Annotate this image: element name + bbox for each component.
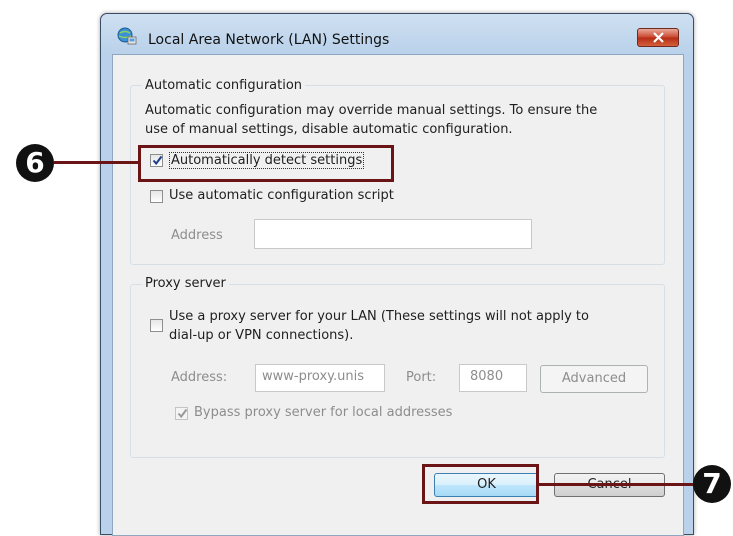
script-address-label: Address [171, 228, 223, 243]
callout-leader-6 [54, 161, 139, 164]
auto-script-checkbox[interactable] [150, 190, 163, 203]
proxy-port-input[interactable]: 8080 [459, 364, 527, 392]
window-title: Local Area Network (LAN) Settings [148, 32, 390, 48]
automatic-configuration-legend: Automatic configuration [142, 78, 306, 93]
proxy-port-label: Port: [406, 370, 437, 385]
checkmark-icon [177, 408, 188, 419]
proxy-server-legend: Proxy server [142, 276, 229, 291]
auto-script-label[interactable]: Use automatic configuration script [169, 188, 394, 203]
callout-highlight-auto-detect [138, 145, 394, 182]
proxy-address-label: Address: [171, 370, 228, 385]
auto-config-description-line2: use of manual settings, disable automati… [145, 122, 513, 137]
use-proxy-label-line2[interactable]: dial-up or VPN connections). [169, 328, 353, 343]
callout-leader-7 [538, 483, 698, 486]
advanced-button[interactable]: Advanced [540, 365, 648, 393]
network-settings-icon [117, 27, 137, 45]
dialog-content: Automatic configuration Automatic config… [112, 54, 684, 536]
title-bar[interactable]: Local Area Network (LAN) Settings [101, 14, 693, 54]
callout-badge-6: 6 [16, 144, 54, 182]
close-icon [653, 32, 664, 43]
use-proxy-label-line1[interactable]: Use a proxy server for your LAN (These s… [169, 309, 589, 324]
bypass-label[interactable]: Bypass proxy server for local addresses [194, 405, 452, 420]
auto-config-description-line1: Automatic configuration may override man… [145, 103, 598, 118]
close-button[interactable] [637, 28, 679, 47]
lan-settings-dialog: Local Area Network (LAN) Settings Automa… [100, 13, 694, 536]
callout-highlight-ok [422, 464, 539, 504]
use-proxy-checkbox[interactable] [150, 319, 163, 332]
proxy-address-input[interactable]: www-proxy.unis [255, 364, 385, 392]
callout-badge-7: 7 [693, 465, 731, 503]
bypass-checkbox[interactable] [175, 407, 188, 420]
script-address-input[interactable] [254, 219, 532, 249]
